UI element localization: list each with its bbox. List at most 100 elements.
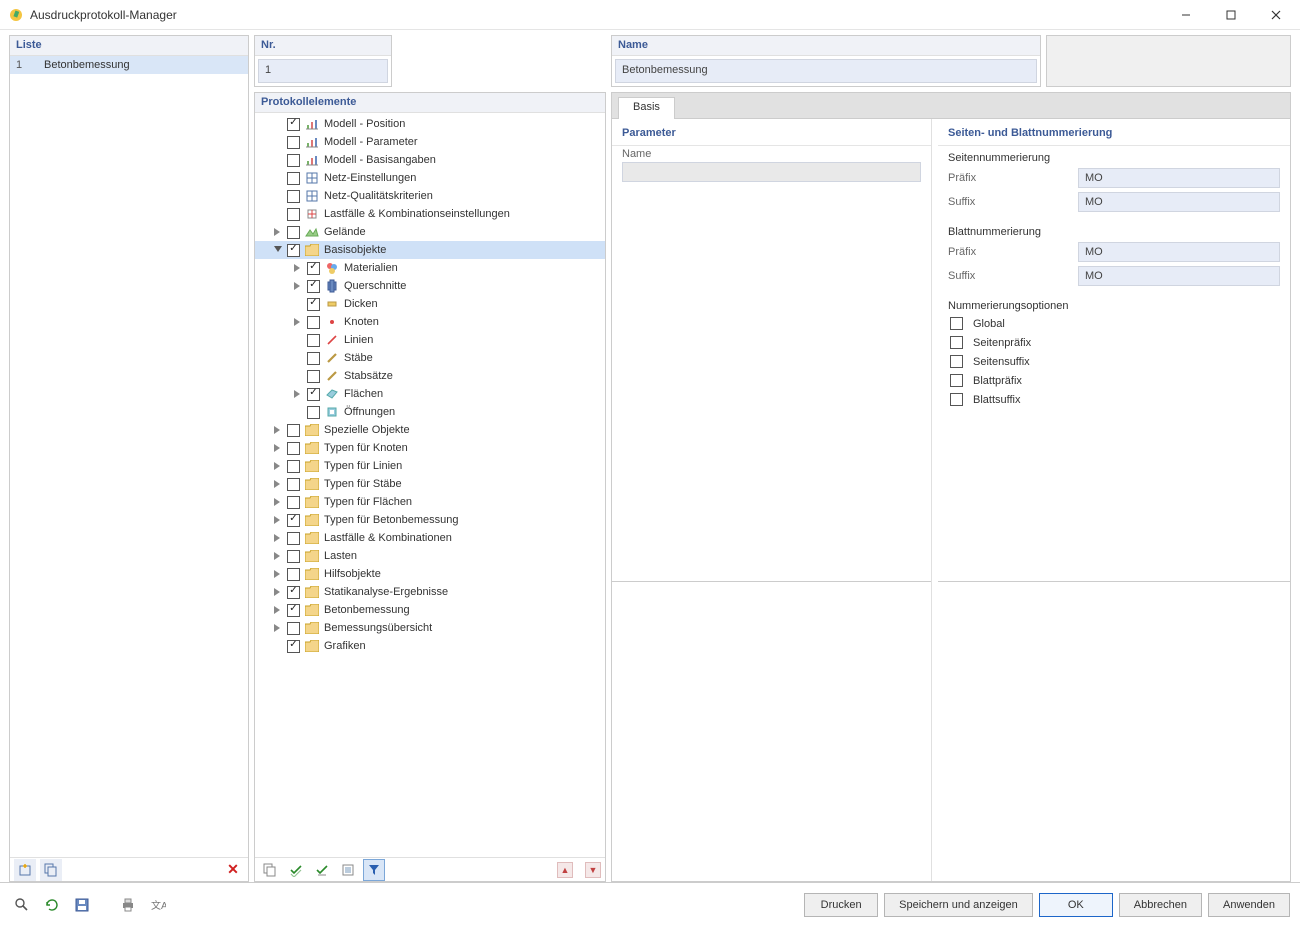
tree-row[interactable]: Querschnitte <box>255 277 605 295</box>
tree-checkbox[interactable] <box>287 586 300 599</box>
tree-checkbox[interactable] <box>287 550 300 563</box>
blatt-praefix-input[interactable] <box>1078 242 1280 262</box>
tree-expander-icon[interactable] <box>271 459 285 473</box>
tree-row[interactable]: Statikanalyse-Ergebnisse <box>255 583 605 601</box>
tree-expander-icon[interactable] <box>271 423 285 437</box>
tree-row[interactable]: Stäbe <box>255 349 605 367</box>
tree-expander-icon[interactable] <box>271 477 285 491</box>
search-icon[interactable] <box>10 893 34 917</box>
tree-expander-icon[interactable] <box>271 621 285 635</box>
tree-copy-button[interactable] <box>259 859 281 881</box>
tree-expander-icon[interactable] <box>271 549 285 563</box>
tree-row[interactable]: Öffnungen <box>255 403 605 421</box>
tree-expander-icon[interactable] <box>271 243 285 257</box>
tree-checkbox[interactable] <box>287 496 300 509</box>
tree-expander-icon[interactable] <box>271 531 285 545</box>
tree-checkbox[interactable] <box>307 316 320 329</box>
tree-checkbox[interactable] <box>287 226 300 239</box>
tree-settings-button[interactable] <box>337 859 359 881</box>
move-down-button[interactable]: ▼ <box>585 862 601 878</box>
tree-row[interactable]: Typen für Linien <box>255 457 605 475</box>
tree-checkbox[interactable] <box>287 136 300 149</box>
tree-row[interactable]: Basisobjekte <box>255 241 605 259</box>
delete-item-button[interactable]: ✕ <box>222 859 244 881</box>
new-item-button[interactable] <box>14 859 36 881</box>
tree-expander-icon[interactable] <box>271 441 285 455</box>
tree-expander-icon[interactable] <box>271 603 285 617</box>
tree-checkbox[interactable] <box>307 334 320 347</box>
close-button[interactable] <box>1253 0 1298 30</box>
tree-checkbox[interactable] <box>287 424 300 437</box>
opt-global-check[interactable] <box>950 317 963 330</box>
tree-checkbox[interactable] <box>287 622 300 635</box>
minimize-button[interactable] <box>1163 0 1208 30</box>
tree-filter-button[interactable] <box>363 859 385 881</box>
opt-blattpraefix-check[interactable] <box>950 374 963 387</box>
tree-expander-icon[interactable] <box>291 261 305 275</box>
tree-row[interactable]: Typen für Knoten <box>255 439 605 457</box>
tree-row[interactable]: Betonbemessung <box>255 601 605 619</box>
tree-row[interactable]: Lastfälle & Kombinationen <box>255 529 605 547</box>
tree-uncheck-all-button[interactable] <box>311 859 333 881</box>
tree-expander-icon[interactable] <box>291 315 305 329</box>
opt-global-row[interactable]: Global <box>938 314 1290 333</box>
ok-button[interactable]: OK <box>1039 893 1113 917</box>
tree-row[interactable]: Gelände <box>255 223 605 241</box>
refresh-icon[interactable] <box>40 893 64 917</box>
blatt-suffix-input[interactable] <box>1078 266 1280 286</box>
seiten-praefix-input[interactable] <box>1078 168 1280 188</box>
tree-row[interactable]: Bemessungsübersicht <box>255 619 605 637</box>
tree-expander-icon[interactable] <box>271 585 285 599</box>
tree-checkbox[interactable] <box>287 604 300 617</box>
tree-checkbox[interactable] <box>307 280 320 293</box>
tree-row[interactable]: Lasten <box>255 547 605 565</box>
tree-row[interactable]: Typen für Flächen <box>255 493 605 511</box>
nr-value[interactable]: 1 <box>258 59 388 83</box>
tree-checkbox[interactable] <box>287 514 300 527</box>
tree-row[interactable]: Dicken <box>255 295 605 313</box>
tree-checkbox[interactable] <box>287 478 300 491</box>
tree-row[interactable]: Modell - Position <box>255 115 605 133</box>
tree-checkbox[interactable] <box>307 352 320 365</box>
tree-row[interactable]: Netz-Qualitätskriterien <box>255 187 605 205</box>
tree-expander-icon[interactable] <box>271 225 285 239</box>
tree-checkbox[interactable] <box>287 208 300 221</box>
opt-blattpraefix-row[interactable]: Blattpräfix <box>938 371 1290 390</box>
tree-checkbox[interactable] <box>287 568 300 581</box>
tree-checkbox[interactable] <box>307 298 320 311</box>
seiten-suffix-input[interactable] <box>1078 192 1280 212</box>
apply-button[interactable]: Anwenden <box>1208 893 1290 917</box>
tree-row[interactable]: Linien <box>255 331 605 349</box>
tree-checkbox[interactable] <box>307 406 320 419</box>
tree-row[interactable]: Lastfälle & Kombinationseinstellungen <box>255 205 605 223</box>
tree-checkbox[interactable] <box>287 172 300 185</box>
cancel-button[interactable]: Abbrechen <box>1119 893 1202 917</box>
tree-check-all-button[interactable] <box>285 859 307 881</box>
tree-row[interactable]: Knoten <box>255 313 605 331</box>
tree-checkbox[interactable] <box>287 442 300 455</box>
tree-checkbox[interactable] <box>287 244 300 257</box>
save-icon[interactable] <box>70 893 94 917</box>
opt-blattsuffix-row[interactable]: Blattsuffix <box>938 390 1290 409</box>
tree-row[interactable]: Typen für Stäbe <box>255 475 605 493</box>
opt-seitensuffix-row[interactable]: Seitensuffix <box>938 352 1290 371</box>
tree-expander-icon[interactable] <box>271 495 285 509</box>
maximize-button[interactable] <box>1208 0 1253 30</box>
opt-seitenpraefix-row[interactable]: Seitenpräfix <box>938 333 1290 352</box>
tree-row[interactable]: Netz-Einstellungen <box>255 169 605 187</box>
save-show-button[interactable]: Speichern und anzeigen <box>884 893 1033 917</box>
translate-icon[interactable]: 文A <box>146 893 170 917</box>
print-button[interactable]: Drucken <box>804 893 878 917</box>
tree-row[interactable]: Stabsätze <box>255 367 605 385</box>
tree-row[interactable]: Spezielle Objekte <box>255 421 605 439</box>
move-up-button[interactable]: ▲ <box>557 862 573 878</box>
tree-checkbox[interactable] <box>287 190 300 203</box>
tree-row[interactable]: Flächen <box>255 385 605 403</box>
tree-checkbox[interactable] <box>287 532 300 545</box>
tree-expander-icon[interactable] <box>291 387 305 401</box>
tree-row[interactable]: Hilfsobjekte <box>255 565 605 583</box>
tree-row[interactable]: Grafiken <box>255 637 605 655</box>
tree-checkbox[interactable] <box>287 460 300 473</box>
opt-blattsuffix-check[interactable] <box>950 393 963 406</box>
tree-expander-icon[interactable] <box>291 279 305 293</box>
